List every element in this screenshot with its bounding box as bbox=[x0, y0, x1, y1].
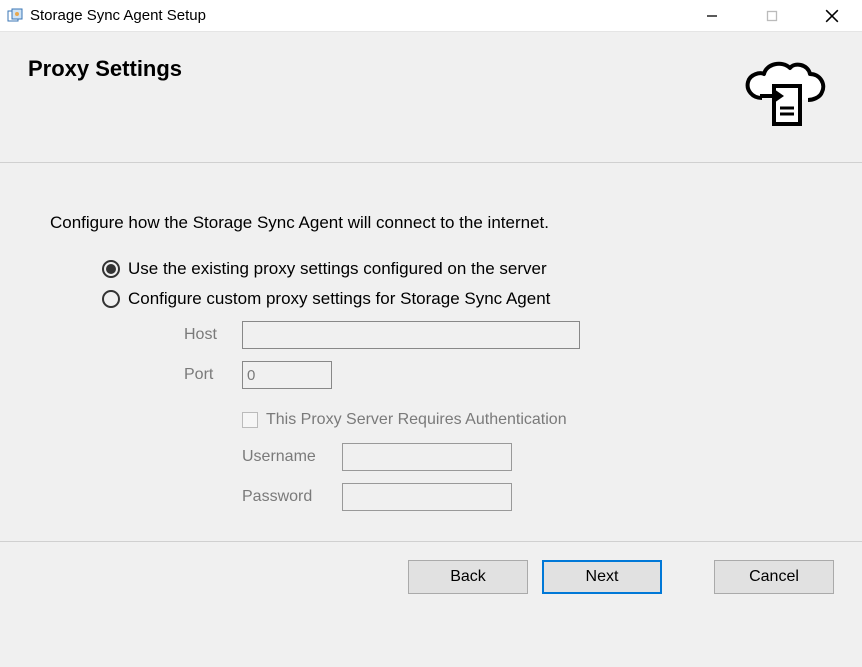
auth-form: Username Password bbox=[242, 443, 812, 511]
close-button[interactable] bbox=[802, 0, 862, 31]
auth-check-label: This Proxy Server Requires Authenticatio… bbox=[266, 411, 567, 429]
titlebar: Storage Sync Agent Setup bbox=[0, 0, 862, 32]
radio-icon bbox=[102, 290, 120, 308]
username-label: Username bbox=[242, 448, 342, 466]
back-button-label: Back bbox=[450, 568, 486, 586]
page-header: Proxy Settings bbox=[0, 32, 862, 163]
maximize-button bbox=[742, 0, 802, 31]
password-input[interactable] bbox=[342, 483, 512, 511]
page-body: Configure how the Storage Sync Agent wil… bbox=[0, 163, 862, 535]
radio-use-existing[interactable]: Use the existing proxy settings configur… bbox=[102, 259, 812, 279]
back-button[interactable]: Back bbox=[408, 560, 528, 594]
window-controls bbox=[682, 0, 862, 31]
host-row: Host bbox=[184, 321, 812, 349]
cloud-sync-icon bbox=[734, 56, 834, 136]
proxy-mode-radio-group: Use the existing proxy settings configur… bbox=[102, 259, 812, 511]
password-label: Password bbox=[242, 488, 342, 506]
radio-label: Configure custom proxy settings for Stor… bbox=[128, 289, 550, 309]
host-input[interactable] bbox=[242, 321, 580, 349]
host-label: Host bbox=[184, 326, 242, 344]
cancel-button-label: Cancel bbox=[749, 568, 799, 586]
port-label: Port bbox=[184, 366, 242, 384]
footer: Back Next Cancel bbox=[0, 542, 862, 594]
port-row: Port bbox=[184, 361, 812, 389]
custom-proxy-form: Host Port This Proxy Server Requires Aut… bbox=[184, 321, 812, 511]
username-input[interactable] bbox=[342, 443, 512, 471]
intro-text: Configure how the Storage Sync Agent wil… bbox=[50, 213, 812, 233]
next-button[interactable]: Next bbox=[542, 560, 662, 594]
cancel-button[interactable]: Cancel bbox=[714, 560, 834, 594]
window-title: Storage Sync Agent Setup bbox=[30, 7, 682, 24]
next-button-label: Next bbox=[586, 568, 619, 586]
minimize-button[interactable] bbox=[682, 0, 742, 31]
username-row: Username bbox=[242, 443, 812, 471]
radio-icon bbox=[102, 260, 120, 278]
password-row: Password bbox=[242, 483, 812, 511]
port-input[interactable] bbox=[242, 361, 332, 389]
radio-label: Use the existing proxy settings configur… bbox=[128, 259, 547, 279]
app-icon bbox=[6, 7, 24, 25]
page-title: Proxy Settings bbox=[28, 56, 734, 82]
auth-required-row[interactable]: This Proxy Server Requires Authenticatio… bbox=[242, 411, 812, 429]
checkbox-icon bbox=[242, 412, 258, 428]
radio-configure-custom[interactable]: Configure custom proxy settings for Stor… bbox=[102, 289, 812, 309]
